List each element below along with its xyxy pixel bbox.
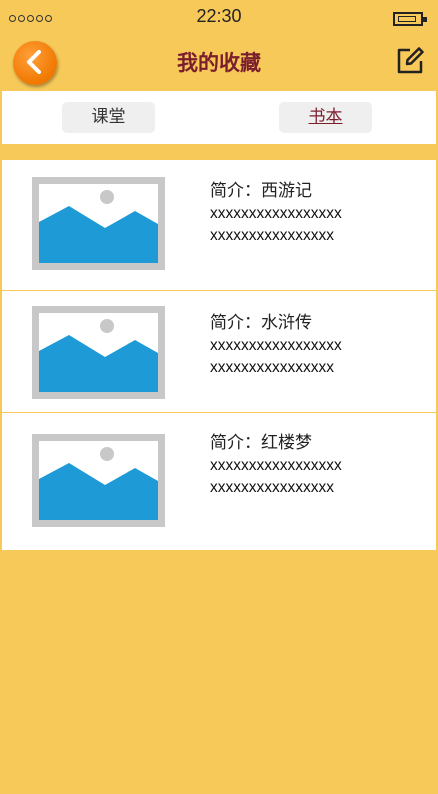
thumbnail: [32, 434, 165, 527]
status-bar: 22:30: [0, 0, 438, 36]
item-info: 简介：水浒传 xxxxxxxxxxxxxxxxx xxxxxxxxxxxxxxx…: [210, 311, 430, 379]
tab-class[interactable]: 课堂: [62, 102, 155, 133]
item-description-line: xxxxxxxxxxxxxxxx: [210, 479, 334, 496]
tab-bar: 课堂 书本: [2, 91, 436, 144]
item-info: 简介：西游记 xxxxxxxxxxxxxxxxx xxxxxxxxxxxxxxx…: [210, 179, 430, 247]
battery-icon: [393, 12, 427, 26]
image-placeholder-icon: [39, 184, 158, 263]
image-placeholder-icon: [39, 441, 158, 520]
list-item[interactable]: 简介：红楼梦 xxxxxxxxxxxxxxxxx xxxxxxxxxxxxxxx…: [2, 413, 436, 550]
list-item[interactable]: 简介：西游记 xxxxxxxxxxxxxxxxx xxxxxxxxxxxxxxx…: [2, 160, 436, 291]
item-description-line: xxxxxxxxxxxxxxxxx: [210, 457, 342, 474]
edit-button[interactable]: [396, 47, 424, 75]
item-info: 简介：红楼梦 xxxxxxxxxxxxxxxxx xxxxxxxxxxxxxxx…: [210, 431, 430, 499]
item-intro: 简介：水浒传: [210, 313, 312, 333]
item-intro: 简介：红楼梦: [210, 433, 312, 453]
image-placeholder-icon: [39, 313, 158, 392]
edit-icon: [397, 47, 424, 74]
item-intro: 简介：西游记: [210, 181, 312, 201]
tab-books[interactable]: 书本: [279, 102, 372, 133]
favorites-list: 简介：西游记 xxxxxxxxxxxxxxxxx xxxxxxxxxxxxxxx…: [2, 160, 436, 550]
item-description-line: xxxxxxxxxxxxxxxx: [210, 359, 334, 376]
item-description-line: xxxxxxxxxxxxxxxxx: [210, 205, 342, 222]
page-title: 我的收藏: [177, 50, 261, 75]
item-description-line: xxxxxxxxxxxxxxxxx: [210, 337, 342, 354]
list-item[interactable]: 简介：水浒传 xxxxxxxxxxxxxxxxx xxxxxxxxxxxxxxx…: [2, 291, 436, 413]
thumbnail: [32, 177, 165, 270]
item-description-line: xxxxxxxxxxxxxxxx: [210, 227, 334, 244]
status-time: 22:30: [196, 6, 242, 26]
thumbnail: [32, 306, 165, 399]
